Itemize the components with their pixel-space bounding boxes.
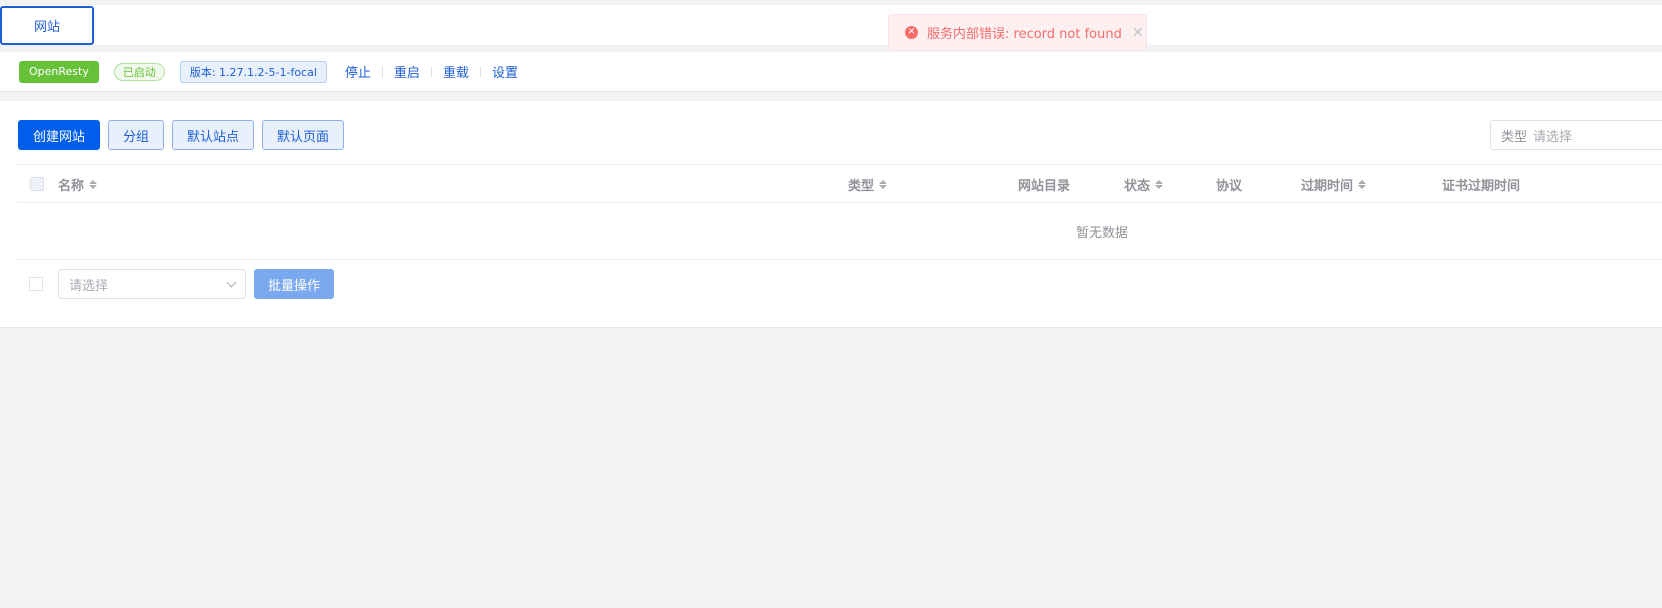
column-status[interactable]: 状态 xyxy=(1124,165,1164,203)
default-page-button[interactable]: 默认页面 xyxy=(262,120,345,150)
table-empty-row: 暂无数据 xyxy=(18,203,1662,260)
close-icon[interactable]: ✕ xyxy=(1132,25,1144,41)
column-cert-expire-label: 证书过期时间 xyxy=(1442,178,1521,194)
divider xyxy=(381,65,383,78)
app-name-badge: OpenResty xyxy=(19,60,99,83)
settings-button[interactable]: 设置 xyxy=(492,62,518,81)
column-protocol: 协议 xyxy=(1216,165,1242,203)
type-filter-label: 类型 xyxy=(1501,129,1528,145)
column-expire[interactable]: 过期时间 xyxy=(1301,165,1367,203)
divider xyxy=(430,65,432,78)
toast-message: 服务内部错误: record not found xyxy=(927,27,1122,42)
chevron-down-icon xyxy=(226,277,237,287)
type-filter-placeholder: 请选择 xyxy=(1533,129,1573,145)
batch-action-select[interactable]: 请选择 xyxy=(58,269,246,299)
toolbar: 创建网站 分组 默认站点 默认页面 xyxy=(18,120,345,150)
batch-select-placeholder: 请选择 xyxy=(69,278,109,294)
group-button[interactable]: 分组 xyxy=(108,120,165,150)
sort-icon[interactable] xyxy=(89,179,98,189)
column-type[interactable]: 类型 xyxy=(848,165,888,203)
status-badge: 已启动 xyxy=(113,62,165,81)
app-actions: 停止 重启 重载 设置 xyxy=(345,62,518,81)
create-website-button[interactable]: 创建网站 xyxy=(18,120,101,150)
sort-icon[interactable] xyxy=(879,179,888,189)
sort-icon[interactable] xyxy=(1155,179,1164,189)
reload-button[interactable]: 重载 xyxy=(443,62,469,81)
version-badge: 版本: 1.27.1.2-5-1-focal xyxy=(179,60,327,83)
batch-operation-button[interactable]: 批量操作 xyxy=(254,269,335,299)
column-expire-label: 过期时间 xyxy=(1301,178,1354,194)
column-cert-expire: 证书过期时间 xyxy=(1442,165,1520,203)
column-name[interactable]: 名称 xyxy=(58,165,98,203)
footer-select-checkbox[interactable] xyxy=(29,277,43,291)
error-toast: ✕ 服务内部错误: record not found ✕ xyxy=(888,14,1147,51)
column-status-label: 状态 xyxy=(1124,178,1151,194)
column-dir-label: 网站目录 xyxy=(1018,178,1071,194)
app-status-bar: OpenResty 已启动 版本: 1.27.1.2-5-1-focal 停止 … xyxy=(0,52,1662,92)
tab-website[interactable]: 网站 xyxy=(0,6,94,45)
column-type-label: 类型 xyxy=(848,178,875,194)
column-protocol-label: 协议 xyxy=(1216,178,1243,194)
restart-button[interactable]: 重启 xyxy=(394,62,420,81)
column-name-label: 名称 xyxy=(58,178,85,194)
table-header: 名称 类型 网站目录 状态 协议 过期时间 证书过期时间 xyxy=(18,164,1662,203)
empty-text: 暂无数据 xyxy=(1076,225,1129,241)
select-all-checkbox-cell xyxy=(30,165,44,203)
table-footer: 请选择 批量操作 xyxy=(18,269,335,299)
sort-icon[interactable] xyxy=(1358,179,1367,189)
website-list-card: 创建网站 分组 默认站点 默认页面 类型 请选择 名称 类型 网站目录 状态 协… xyxy=(0,101,1662,328)
error-circle-icon: ✕ xyxy=(905,26,918,39)
type-filter-select[interactable]: 类型 请选择 xyxy=(1490,120,1662,150)
stop-button[interactable]: 停止 xyxy=(345,62,371,81)
tab-bar: 网站 xyxy=(0,5,1662,46)
column-dir: 网站目录 xyxy=(1018,165,1070,203)
default-site-button[interactable]: 默认站点 xyxy=(172,120,255,150)
divider xyxy=(479,65,481,78)
select-all-checkbox[interactable] xyxy=(30,177,44,191)
